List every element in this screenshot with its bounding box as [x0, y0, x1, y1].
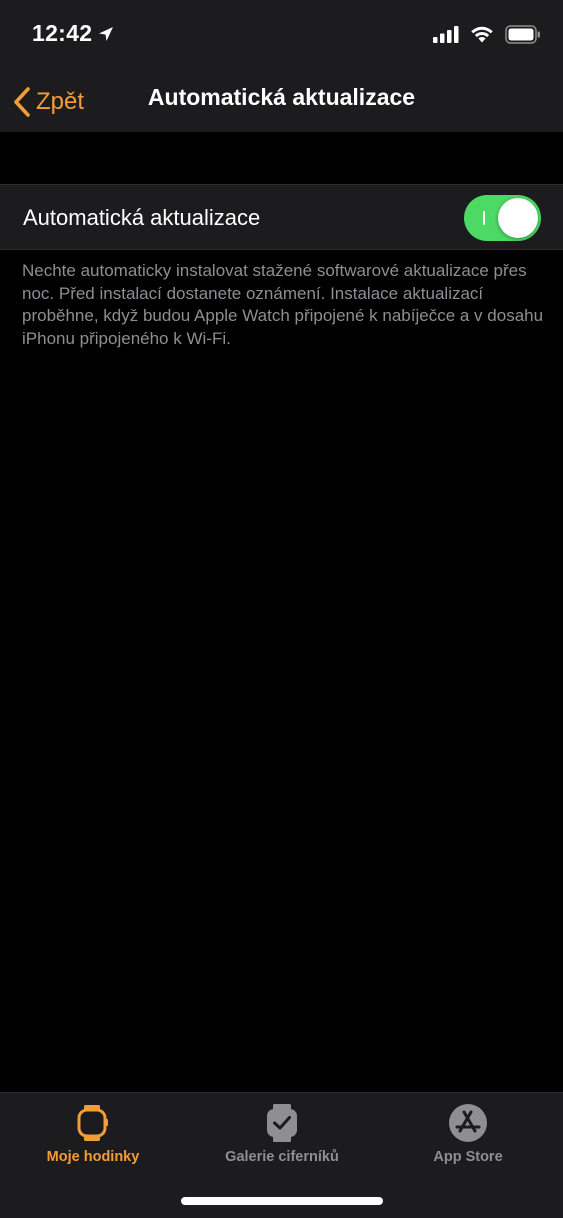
watch-icon — [73, 1103, 113, 1143]
watch-face-gallery-icon — [262, 1103, 302, 1143]
auto-update-row: Automatická aktualizace — [0, 184, 563, 250]
toggle-on-indicator — [483, 211, 485, 225]
tab-watch-face-gallery[interactable]: Galerie ciferníků — [192, 1103, 372, 1183]
status-icons — [433, 24, 541, 44]
screen: 12:42 Zpět Automatická aktualizace Autom… — [0, 0, 563, 1218]
auto-update-toggle[interactable] — [464, 195, 541, 241]
status-time: 12:42 — [32, 20, 114, 47]
auto-update-label: Automatická aktualizace — [23, 205, 261, 230]
tab-app-store[interactable]: App Store — [378, 1103, 558, 1183]
tab-my-watch[interactable]: Moje hodinky — [3, 1103, 183, 1183]
home-indicator[interactable] — [181, 1197, 383, 1205]
battery-icon — [505, 24, 540, 44]
app-store-icon — [448, 1103, 488, 1143]
tab-label: Galerie ciferníků — [225, 1149, 339, 1165]
page-title: Automatická aktualizace — [147, 84, 416, 110]
cellular-signal-icon — [433, 26, 459, 43]
status-bar: 12:42 — [0, 0, 563, 70]
tab-label: Moje hodinky — [46, 1149, 140, 1165]
toggle-knob — [498, 198, 538, 238]
time-label: 12:42 — [32, 20, 93, 46]
location-arrow-icon — [99, 26, 114, 41]
auto-update-description: Nechte automaticky instalovat stažené so… — [22, 261, 544, 348]
wifi-icon — [471, 26, 493, 43]
tab-label: App Store — [433, 1149, 503, 1165]
navigation-bar: Zpět Automatická aktualizace — [0, 70, 563, 132]
